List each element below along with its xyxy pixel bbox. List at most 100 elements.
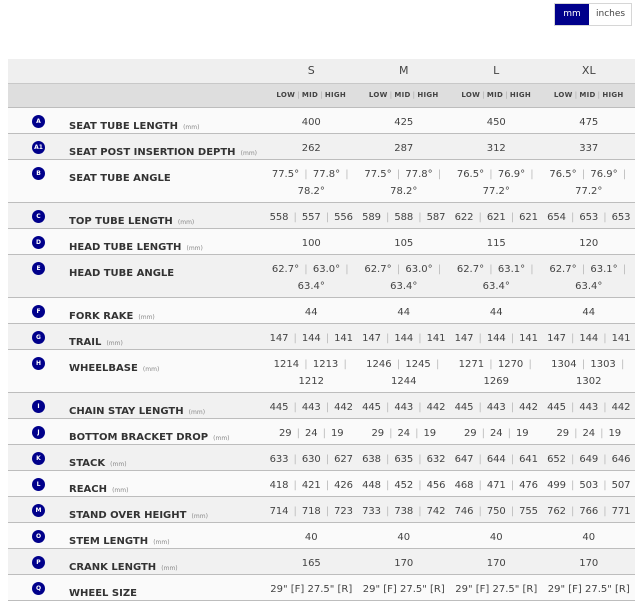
value-cell-s: 147 | 144 | 141 (265, 323, 358, 350)
value-low: 77.5° (271, 168, 300, 180)
value-high: 141 (334, 332, 353, 344)
dimension-badge-icon: F (32, 304, 45, 318)
dimension-unit: (mm) (110, 460, 127, 468)
separator: | (418, 332, 422, 344)
dimension-badge-icon: C (32, 209, 45, 223)
table-row: D HEAD TUBE LENGTH (mm) 100 105 115 120 (8, 228, 635, 255)
value-cell-l: 147 | 144 | 141 (450, 323, 543, 350)
value-mid: 750 (486, 505, 506, 517)
separator: | (603, 211, 607, 223)
value-cell-m: 589 | 588 | 587 (357, 202, 450, 229)
dimension-name: FORK RAKE (69, 310, 134, 322)
separator: | (478, 505, 482, 517)
badge-cell: I (8, 392, 69, 419)
dimension-badge-icon: K (32, 451, 45, 465)
value-high: 442 (334, 401, 353, 413)
table-row: G TRAIL (mm) 147 | 144 | 141 147 | 144 | 14… (8, 323, 635, 350)
value-high: 77.2° (575, 185, 603, 197)
value-cell-l: 62.7° | 63.1° | 63.4° (450, 254, 543, 298)
dimension-unit: (mm) (186, 244, 203, 252)
value-high: 641 (519, 453, 538, 465)
value-cell-xl: 29 | 24 | 19 (542, 418, 635, 445)
position-label-mid: MID (579, 91, 596, 99)
value-cell-m: 445 | 443 | 442 (357, 392, 450, 419)
value-cell-xl: 445 | 443 | 442 (542, 392, 635, 419)
dimension-name: TOP TUBE LENGTH (69, 215, 173, 227)
dimension-badge-icon: M (32, 503, 45, 517)
value-high: 1302 (576, 375, 602, 387)
value-cell-xl: 762 | 766 | 771 (542, 496, 635, 523)
value-high: 1212 (298, 375, 324, 387)
value-high: 141 (426, 332, 446, 344)
value-cell-s: 44 (265, 297, 358, 324)
value-cell-s: 77.5° | 77.8° | 78.2° (265, 159, 358, 203)
position-header: LOW | MID | HIGH (450, 83, 543, 108)
table-row: J BOTTOM BRACKET DROP (mm) 29 | 24 | 19 29 … (8, 418, 635, 445)
badge-cell: C (8, 202, 69, 229)
badge-cell: B (8, 159, 69, 203)
separator: | (570, 401, 575, 413)
separator: | (489, 263, 493, 275)
table-row: I CHAIN STAY LENGTH (mm) 445 | 443 | 442 44… (8, 392, 635, 419)
dimension-label: BOTTOM BRACKET DROP (mm) (69, 418, 265, 445)
dimension-label: SEAT TUBE ANGLE (69, 159, 265, 203)
value-cell-l: 450 (450, 107, 543, 134)
dimension-name: WHEEL SIZE (69, 587, 137, 599)
value-cell-l: 29" [F] 27.5" [R] (450, 574, 543, 601)
value-cell-m: 105 (357, 228, 450, 255)
dimension-unit: (mm) (161, 564, 178, 572)
separator: | (478, 453, 482, 465)
value-cell-m: 44 (357, 297, 450, 324)
value-high: 63.4° (390, 280, 418, 292)
position-label-mid: MID (486, 91, 504, 99)
separator: | (570, 505, 575, 517)
value-high: 556 (334, 211, 353, 223)
value-high: 621 (519, 211, 538, 223)
dimension-label: STEM LENGTH (mm) (69, 522, 265, 549)
separator: | (418, 505, 422, 517)
value-mid: 76.9° (590, 168, 618, 180)
dimension-label: CHAIN STAY LENGTH (mm) (69, 392, 265, 419)
value-low: 445 (454, 401, 474, 413)
dimension-label: TOP TUBE LENGTH (mm) (69, 202, 265, 229)
value-cell-xl: 62.7° | 63.1° | 63.4° (542, 254, 635, 298)
value-low: 147 (547, 332, 566, 344)
separator: | (293, 401, 297, 413)
unit-inches-button[interactable]: inches (589, 4, 631, 25)
value-low: 445 (547, 401, 566, 413)
value-mid: 766 (579, 505, 599, 517)
dimension-name: STEM LENGTH (69, 535, 149, 547)
separator: | (489, 168, 493, 180)
value-low: 733 (362, 505, 381, 517)
value-cell-xl: 337 (542, 133, 635, 160)
separator: | (489, 358, 493, 370)
value-high: 442 (519, 401, 538, 413)
dimension-unit: (mm) (183, 123, 200, 131)
value-high: 63.4° (575, 280, 603, 292)
value-low: 62.7° (271, 263, 300, 275)
dimension-badge-icon: A (32, 114, 45, 128)
separator: | (510, 332, 515, 344)
value-low: 76.5° (549, 168, 577, 180)
dimension-name: REACH (69, 483, 107, 495)
position-header: LOW | MID | HIGH (357, 83, 450, 108)
value-high: 646 (611, 453, 631, 465)
separator: | (322, 427, 326, 439)
value-low: 147 (269, 332, 289, 344)
value-mid: 63.1° (590, 263, 618, 275)
value-low: 445 (362, 401, 381, 413)
separator: | (481, 427, 485, 439)
value-high: 742 (426, 505, 446, 517)
value-mid: 77.8° (312, 168, 341, 180)
value-high: 141 (519, 332, 538, 344)
separator: | (385, 211, 390, 223)
unit-mm-button[interactable]: mm (555, 4, 589, 25)
value-cell-s: 714 | 718 | 723 (265, 496, 358, 523)
separator: | (304, 168, 308, 180)
value-low: 654 (547, 211, 566, 223)
position-label-low: LOW (553, 91, 573, 99)
value-low: 77.5° (364, 168, 392, 180)
dimension-name: SEAT TUBE ANGLE (69, 172, 171, 184)
value-cell-xl: 1304 | 1303 | 1302 (542, 349, 635, 393)
table-row: E HEAD TUBE ANGLE 62.7° | 63.0° | 63.4° 62.… (8, 254, 635, 298)
